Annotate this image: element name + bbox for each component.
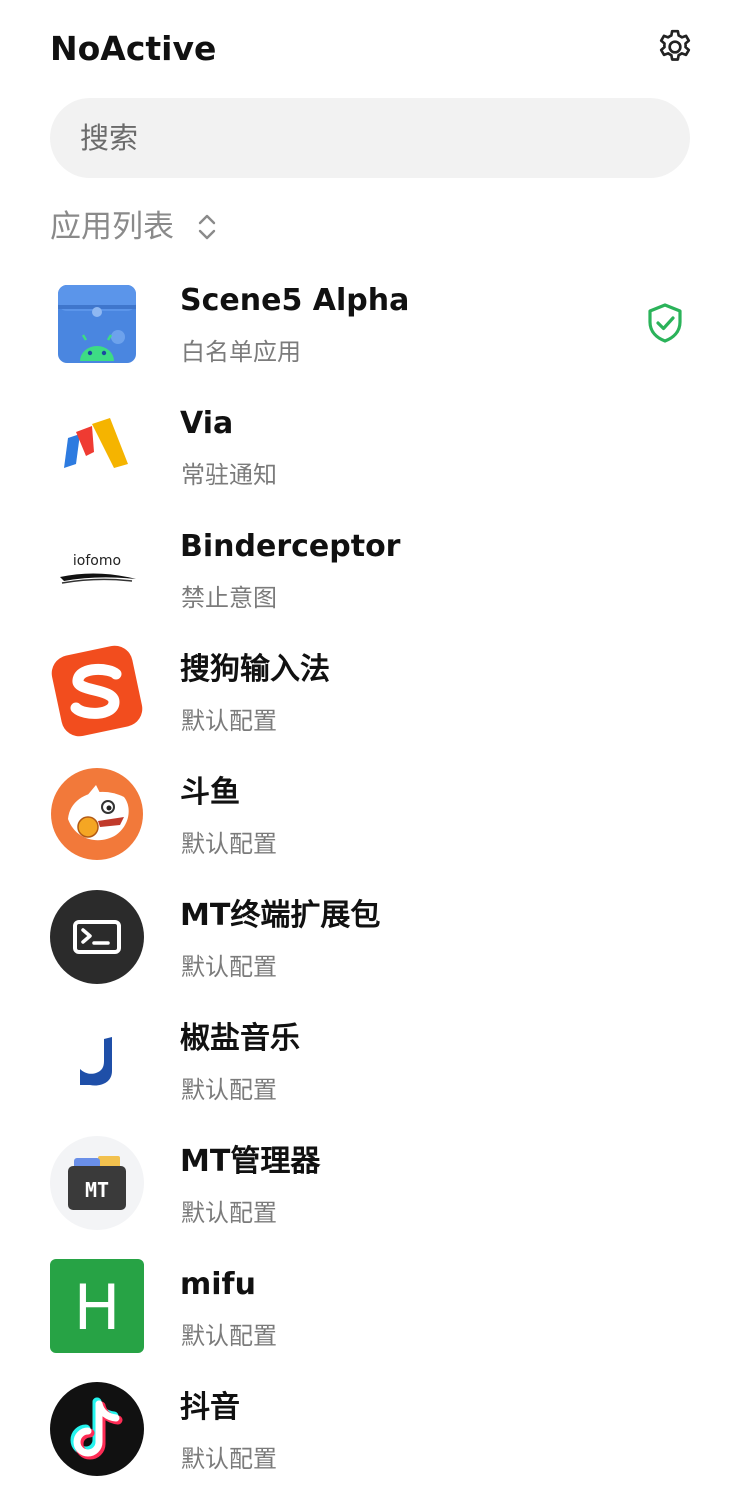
shield-check-icon xyxy=(648,303,682,343)
app-row-salt-music[interactable]: 椒盐音乐 默认配置 xyxy=(0,1000,732,1123)
app-status: 默认配置 xyxy=(181,1445,277,1473)
app-status: 禁止意图 xyxy=(181,584,277,612)
app-row-binderceptor[interactable]: iofomo Binderceptor 禁止意图 xyxy=(0,508,732,631)
app-name: 搜狗输入法 xyxy=(180,652,330,687)
app-status: 默认配置 xyxy=(181,1076,277,1104)
search-input[interactable] xyxy=(78,120,642,156)
svg-text:H: H xyxy=(74,1271,121,1344)
app-status: 默认配置 xyxy=(181,1322,277,1350)
douyu-icon xyxy=(51,768,143,860)
app-status: 默认配置 xyxy=(181,830,277,858)
gear-icon xyxy=(659,29,691,61)
app-name: 椒盐音乐 xyxy=(180,1021,300,1056)
terminal-icon xyxy=(50,890,144,984)
app-list: Scene5 Alpha 白名单应用 Via 常驻通知 iofomo Binde… xyxy=(0,262,732,1492)
app-list-sort-header[interactable]: 应用列表 xyxy=(50,205,220,249)
svg-text:MT: MT xyxy=(85,1178,109,1202)
section-label: 应用列表 xyxy=(50,209,174,245)
douyin-icon xyxy=(50,1382,144,1476)
svg-text:iofomo: iofomo xyxy=(73,553,121,569)
scene-icon xyxy=(58,285,136,363)
app-name: 斗鱼 xyxy=(180,775,240,810)
app-name: MT管理器 xyxy=(180,1144,321,1179)
via-icon xyxy=(64,418,128,468)
salt-music-icon xyxy=(80,1037,112,1086)
sort-updown-icon xyxy=(196,209,220,245)
app-status: 白名单应用 xyxy=(181,338,301,366)
app-row-douyu[interactable]: 斗鱼 默认配置 xyxy=(0,754,732,877)
app-row-mt-terminal[interactable]: MT终端扩展包 默认配置 xyxy=(0,877,732,1000)
app-row-mifu[interactable]: H mifu 默认配置 xyxy=(0,1246,732,1369)
app-status: 默认配置 xyxy=(181,953,277,981)
app-name: mifu xyxy=(180,1267,256,1302)
app-row-douyin[interactable]: 抖音 默认配置 xyxy=(0,1369,732,1492)
app-status: 默认配置 xyxy=(181,707,277,735)
app-name: MT终端扩展包 xyxy=(180,898,381,933)
app-name: Binderceptor xyxy=(180,529,401,564)
app-status: 常驻通知 xyxy=(181,461,277,489)
app-bar: NoActive xyxy=(0,0,732,96)
app-row-via[interactable]: Via 常驻通知 xyxy=(0,385,732,508)
app-row-scene5-alpha[interactable]: Scene5 Alpha 白名单应用 xyxy=(0,262,732,385)
app-status: 默认配置 xyxy=(181,1199,277,1227)
app-row-mt-manager[interactable]: MT MT管理器 默认配置 xyxy=(0,1123,732,1246)
app-name: Via xyxy=(180,406,234,441)
app-name: 抖音 xyxy=(180,1390,240,1425)
search-bar[interactable] xyxy=(50,98,690,178)
app-row-sogou-input[interactable]: 搜狗输入法 默认配置 xyxy=(0,631,732,754)
mt-manager-icon: MT xyxy=(50,1136,144,1230)
settings-button[interactable] xyxy=(654,26,696,68)
mifu-icon: H xyxy=(50,1259,144,1353)
sogou-icon xyxy=(51,645,143,737)
iofomo-icon: iofomo xyxy=(60,553,136,584)
app-name: Scene5 Alpha xyxy=(180,283,410,318)
page-title: NoActive xyxy=(50,29,217,68)
